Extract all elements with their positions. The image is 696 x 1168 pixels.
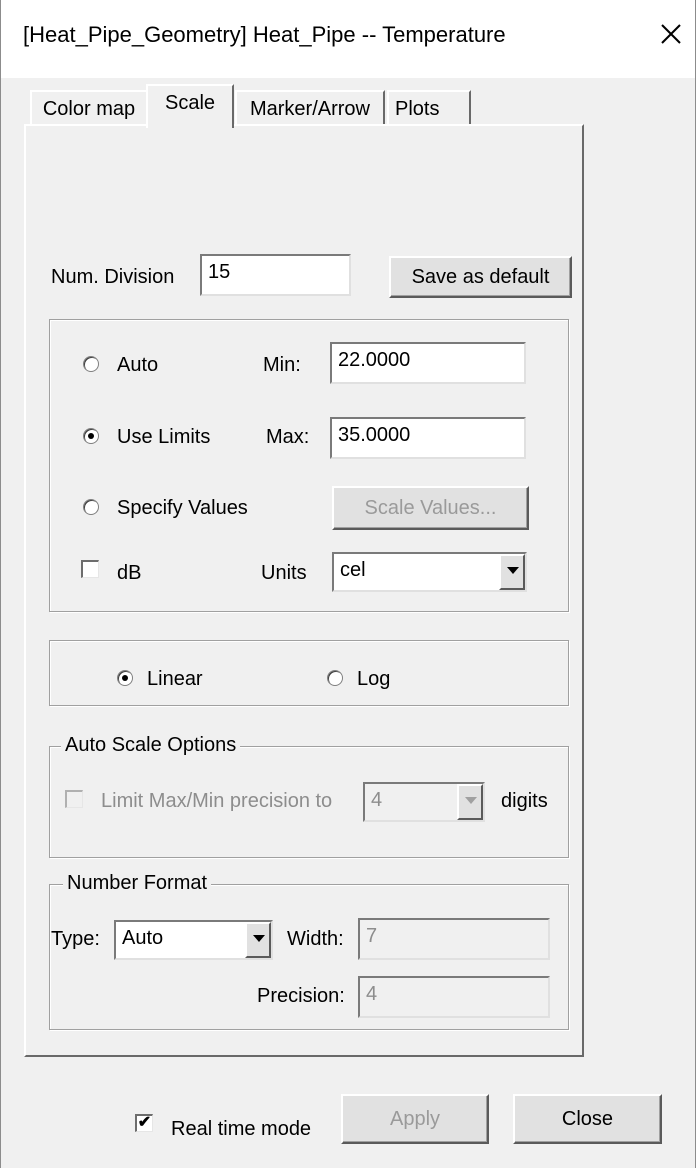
chevron-down-icon[interactable] — [245, 922, 271, 958]
chevron-down-icon[interactable] — [457, 784, 483, 820]
limit-precision-checkbox[interactable] — [65, 790, 83, 808]
units-value: cel — [340, 559, 366, 581]
max-value: 35.0000 — [338, 424, 411, 446]
realtime-checkbox[interactable]: ✔ — [135, 1114, 153, 1132]
num-division-input[interactable]: 15 — [200, 254, 351, 296]
use-limits-label: Use Limits — [117, 426, 211, 448]
min-input[interactable]: 22.0000 — [330, 342, 526, 384]
digits-value: 4 — [371, 789, 383, 811]
min-value: 22.0000 — [338, 349, 411, 371]
auto-scale-title: Auto Scale Options — [61, 734, 241, 757]
auto-radio[interactable] — [83, 356, 99, 372]
num-division-value: 15 — [208, 261, 231, 283]
max-input[interactable]: 35.0000 — [330, 417, 526, 459]
type-value: Auto — [122, 927, 164, 949]
units-label: Units — [261, 562, 307, 584]
width-label: Width: — [287, 928, 344, 950]
width-value: 7 — [366, 925, 378, 947]
type-label: Type: — [51, 928, 100, 950]
digits-label: digits — [501, 790, 548, 812]
precision-value: 4 — [366, 983, 378, 1005]
linear-radio[interactable] — [117, 670, 133, 686]
db-label: dB — [117, 562, 142, 584]
number-format-title: Number Format — [63, 872, 212, 895]
specify-values-label: Specify Values — [117, 497, 248, 519]
dialog-window: [Heat_Pipe_Geometry] Heat_Pipe -- Temper… — [0, 0, 696, 1168]
chevron-down-icon[interactable] — [499, 554, 525, 590]
precision-input[interactable]: 4 — [358, 976, 550, 1018]
db-checkbox[interactable] — [81, 560, 99, 578]
width-input[interactable]: 7 — [358, 918, 550, 960]
max-label: Max: — [266, 426, 310, 448]
linear-label: Linear — [147, 668, 203, 690]
units-dropdown[interactable]: cel — [332, 552, 527, 592]
precision-digits-dropdown[interactable]: 4 — [363, 782, 485, 822]
log-radio[interactable] — [327, 670, 343, 686]
save-as-default-button[interactable]: Save as default — [389, 256, 572, 298]
min-label: Min: — [263, 354, 301, 376]
log-label: Log — [357, 668, 391, 690]
apply-button[interactable]: Apply — [341, 1094, 489, 1144]
limit-precision-label: Limit Max/Min precision to — [101, 790, 333, 812]
use-limits-radio[interactable] — [83, 428, 99, 444]
scale-values-button[interactable]: Scale Values... — [332, 486, 529, 530]
auto-label: Auto — [117, 354, 159, 376]
check-mark-icon: ✔ — [137, 1114, 152, 1131]
realtime-label: Real time mode — [171, 1118, 312, 1140]
precision-label: Precision: — [257, 985, 345, 1007]
close-button[interactable]: Close — [513, 1094, 662, 1144]
num-division-label: Num. Division — [51, 266, 175, 288]
scale-content: Num. Division 15 Save as default Auto Mi… — [1, 0, 696, 1168]
specify-values-radio[interactable] — [83, 499, 99, 515]
type-dropdown[interactable]: Auto — [114, 920, 273, 960]
